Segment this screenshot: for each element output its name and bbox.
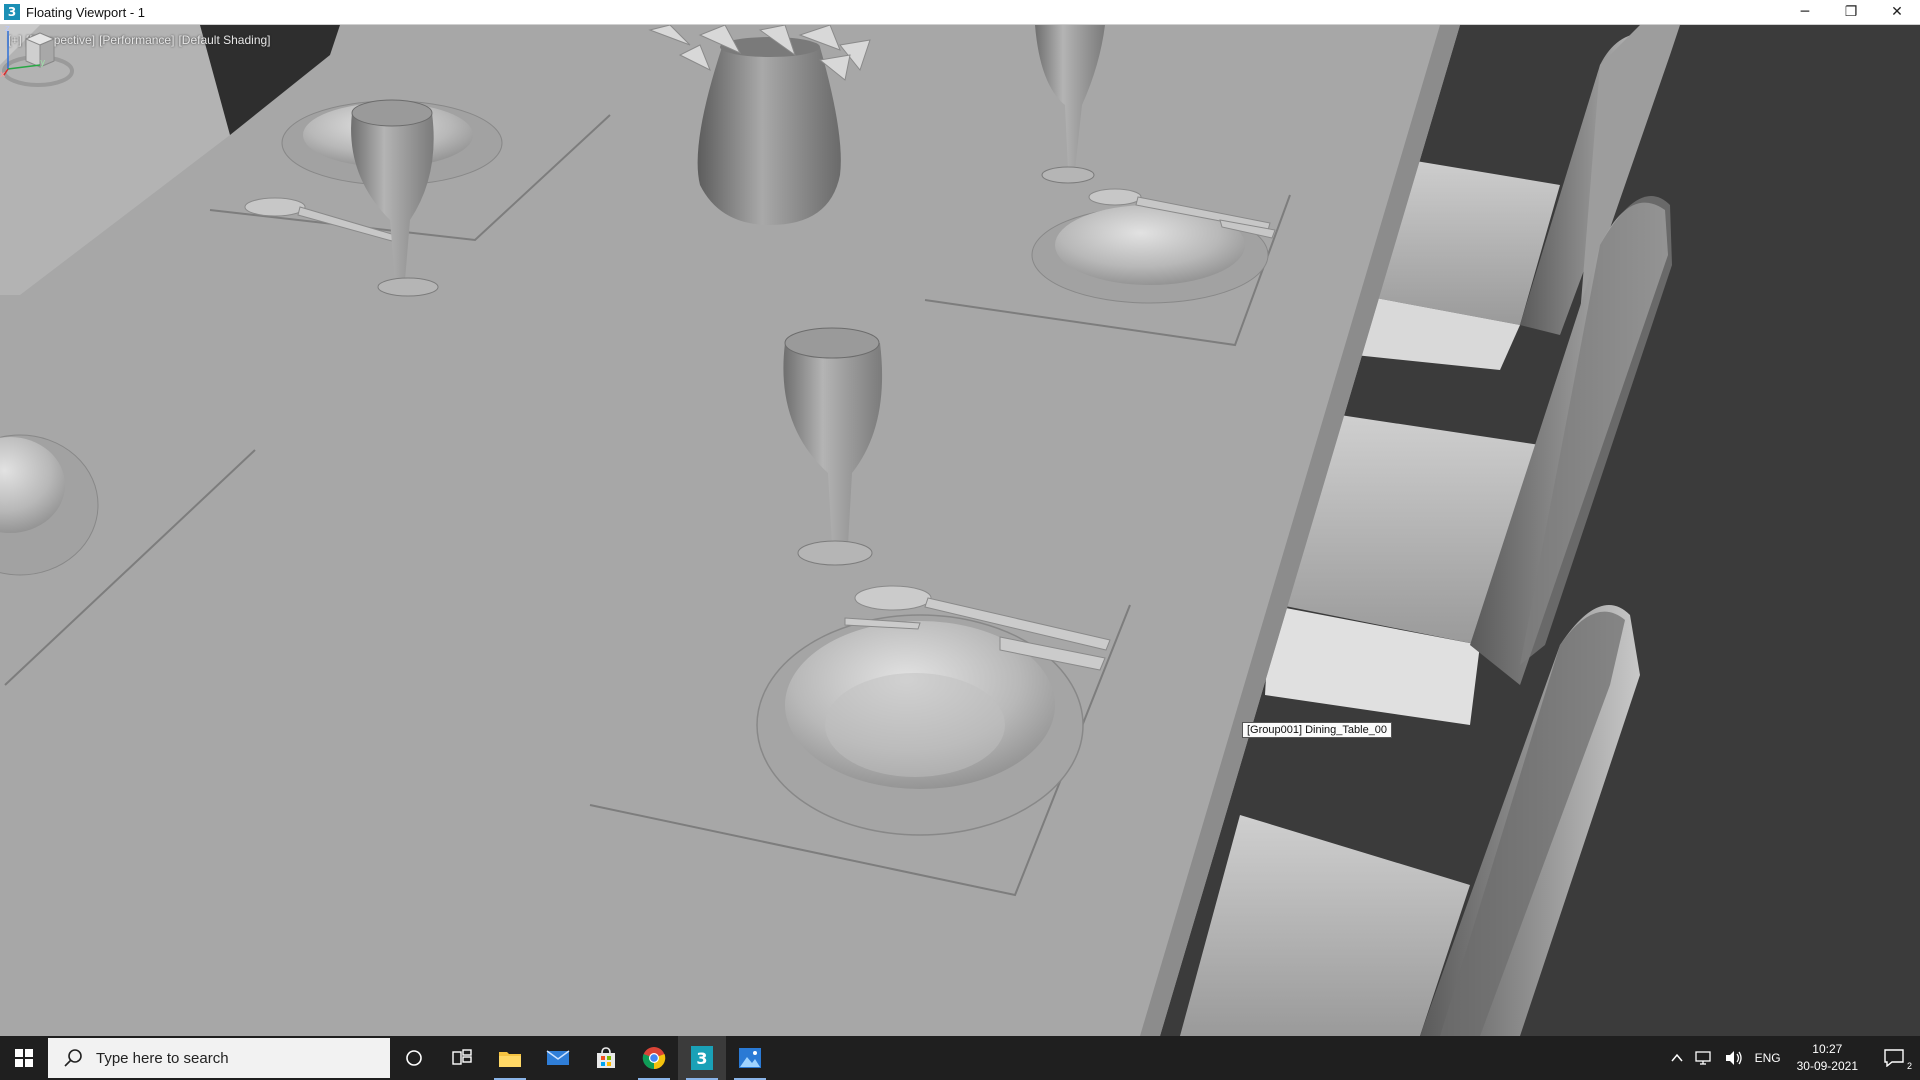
photos-icon	[739, 1048, 761, 1068]
store-icon	[597, 1047, 615, 1068]
floating-viewport[interactable]: [+] [Perspective] [Performance] [Default…	[0, 25, 1920, 1036]
window-controls: ─ ❐ ✕	[1782, 0, 1920, 24]
object-tooltip: [Group001] Dining_Table_00	[1242, 722, 1393, 738]
3ds-max-icon: 3	[691, 1046, 713, 1070]
start-button[interactable]	[0, 1036, 48, 1080]
mail-button[interactable]	[534, 1036, 582, 1080]
cortana-button[interactable]	[390, 1036, 438, 1080]
restore-button[interactable]: ❐	[1828, 0, 1874, 24]
search-input[interactable]	[94, 1048, 358, 1068]
taskbar-search-box[interactable]	[48, 1038, 390, 1078]
system-tray: ENG 10:27 30-09-2021 2	[1665, 1036, 1920, 1080]
cortana-icon	[406, 1050, 422, 1066]
speaker-icon	[1725, 1051, 1742, 1065]
network-icon	[1694, 1051, 1711, 1065]
clock-time: 10:27	[1812, 1042, 1843, 1056]
axis-x-label: x	[0, 70, 6, 77]
photos-button[interactable]	[726, 1036, 774, 1080]
viewport-performance-menu[interactable]: [Performance]	[99, 33, 174, 47]
file-explorer-button[interactable]	[486, 1036, 534, 1080]
file-explorer-icon	[499, 1052, 521, 1067]
3ds-max-app-icon: 3	[4, 4, 20, 20]
scene-render[interactable]	[0, 25, 1920, 1036]
task-view-button[interactable]	[438, 1036, 486, 1080]
notification-icon	[1884, 1049, 1904, 1067]
window-title: Floating Viewport - 1	[26, 4, 145, 20]
notification-count: 2	[1906, 1061, 1912, 1071]
mail-icon	[546, 1050, 570, 1065]
store-button[interactable]	[582, 1036, 630, 1080]
chrome-icon	[642, 1047, 666, 1070]
chrome-button[interactable]	[630, 1036, 678, 1080]
windows-taskbar: 3 ENG	[0, 1036, 1920, 1080]
viewport-shading-menu[interactable]: [Default Shading]	[178, 33, 270, 47]
vase[interactable]	[697, 37, 841, 225]
minimize-button[interactable]: ─	[1782, 0, 1828, 24]
clock-date: 30-09-2021	[1796, 1059, 1858, 1073]
axis-z-label: z	[5, 25, 10, 34]
show-hidden-icons-button[interactable]	[1665, 1036, 1689, 1080]
volume-button[interactable]	[1719, 1036, 1749, 1080]
close-button[interactable]: ✕	[1874, 0, 1920, 24]
axis-tripod-icon: z y x	[0, 25, 46, 77]
windows-logo-icon	[15, 1049, 33, 1067]
network-button[interactable]	[1689, 1036, 1719, 1080]
language-indicator[interactable]: ENG	[1749, 1036, 1787, 1080]
3ds-max-button[interactable]: 3	[678, 1036, 726, 1080]
chevron-up-icon	[1671, 1053, 1683, 1062]
clock[interactable]: 10:27 30-09-2021	[1787, 1036, 1868, 1080]
search-icon	[64, 1049, 82, 1067]
task-view-icon	[452, 1049, 472, 1065]
axis-y-label: y	[40, 58, 46, 68]
action-center-button[interactable]: 2	[1868, 1036, 1920, 1080]
title-bar: 3 Floating Viewport - 1 ─ ❐ ✕	[0, 0, 1920, 25]
